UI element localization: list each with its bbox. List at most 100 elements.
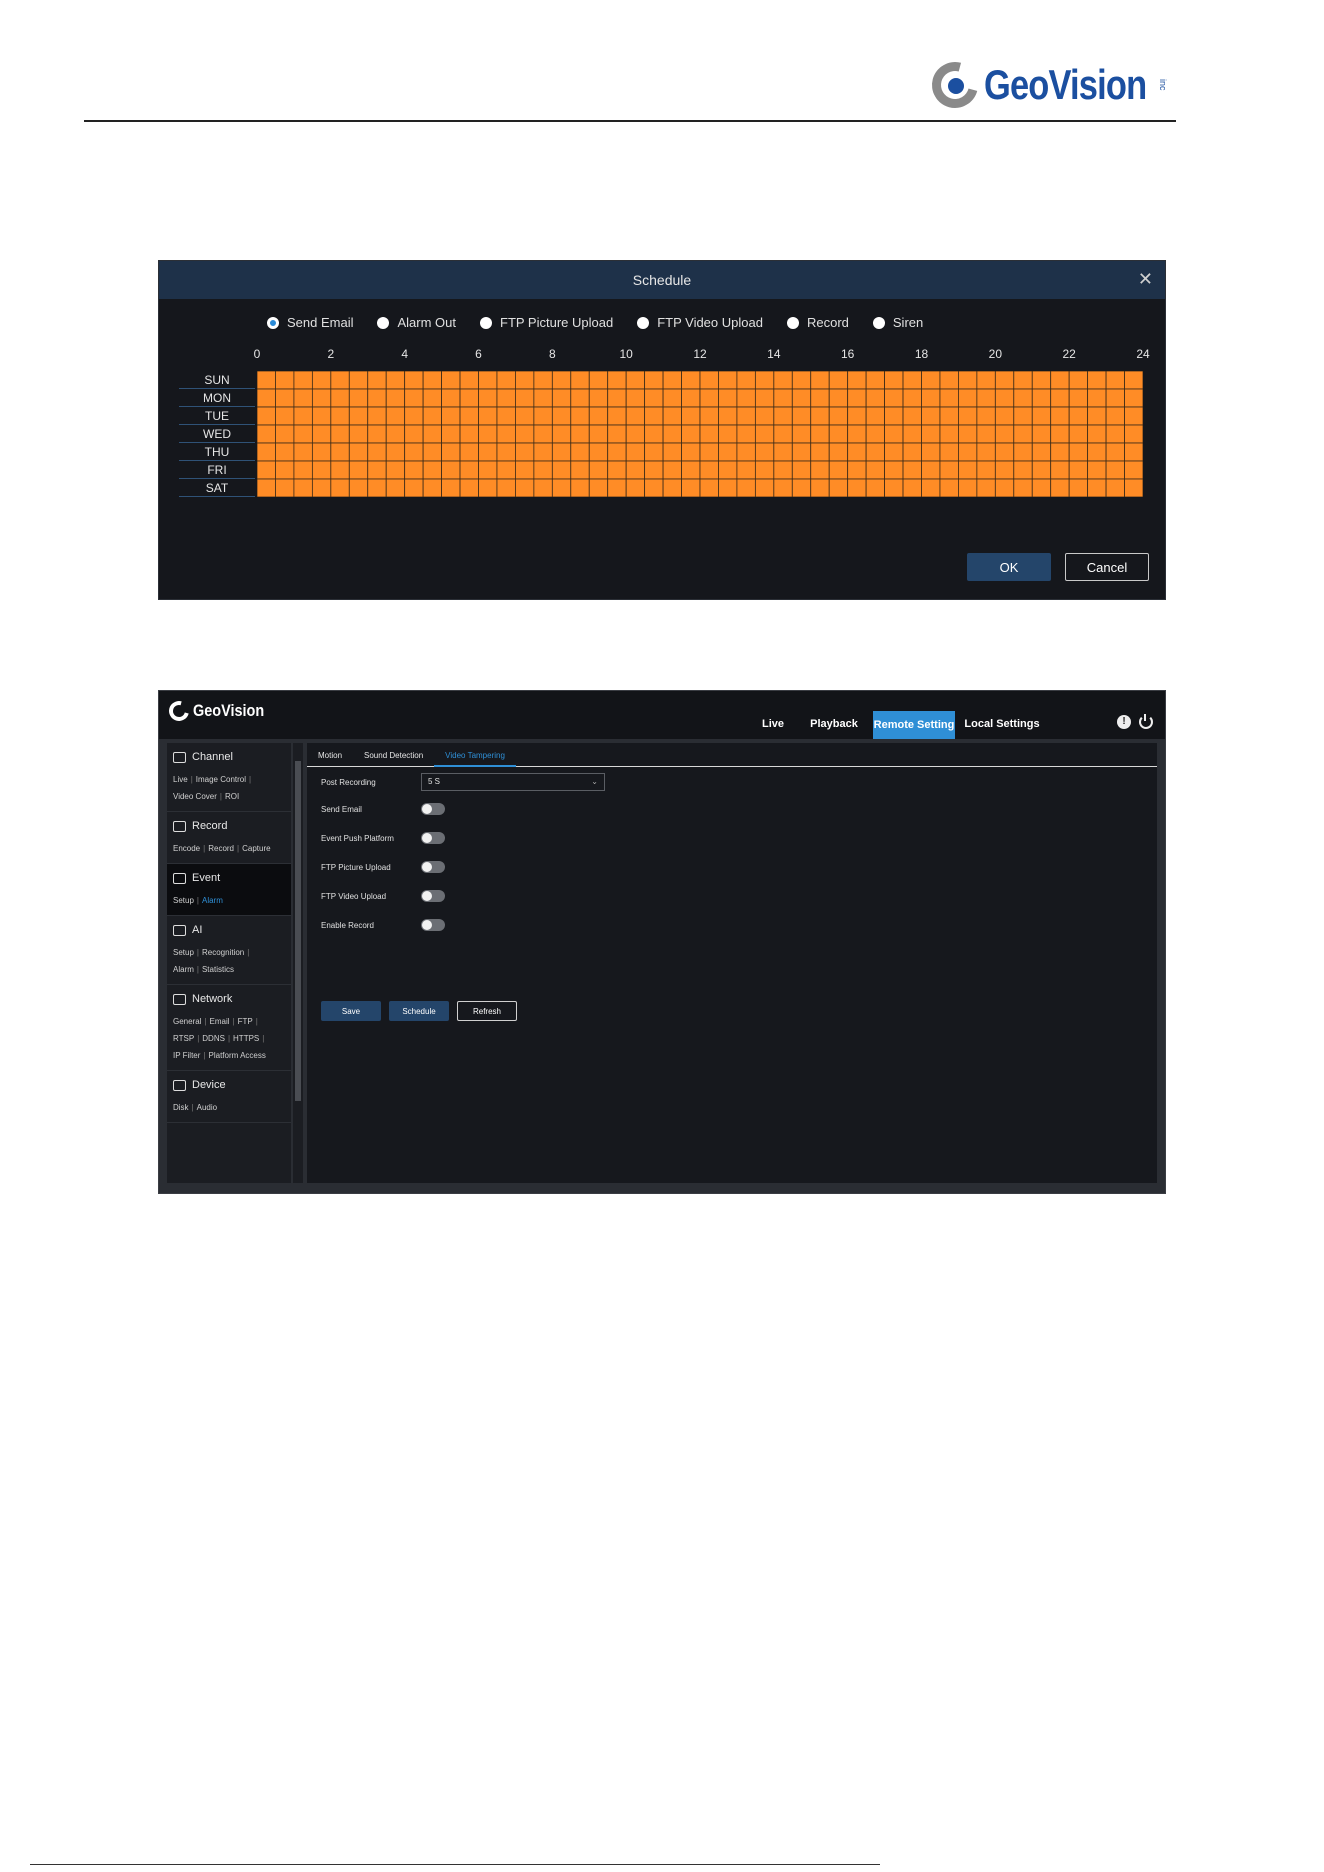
schedule-slot[interactable] xyxy=(311,371,332,390)
schedule-slot[interactable] xyxy=(625,424,646,444)
schedule-slot[interactable] xyxy=(367,371,387,390)
schedule-slot[interactable] xyxy=(754,478,775,497)
schedule-slot[interactable] xyxy=(791,478,812,497)
schedule-slot[interactable] xyxy=(1124,478,1143,497)
schedule-slot[interactable] xyxy=(699,460,719,480)
schedule-slot[interactable] xyxy=(773,424,793,444)
schedule-slot[interactable] xyxy=(1105,406,1125,426)
schedule-slot[interactable] xyxy=(496,371,516,390)
schedule-slot[interactable] xyxy=(681,478,701,497)
schedule-slot[interactable] xyxy=(293,460,313,480)
schedule-slot[interactable] xyxy=(441,442,461,462)
sidebar-link[interactable]: IP Filter xyxy=(173,1051,200,1060)
schedule-slot[interactable] xyxy=(348,442,369,462)
radio-button-icon[interactable] xyxy=(786,316,799,329)
radio-button-icon[interactable] xyxy=(637,316,650,329)
schedule-slot[interactable] xyxy=(533,442,553,462)
schedule-slot[interactable] xyxy=(994,424,1015,444)
schedule-slot[interactable] xyxy=(625,406,646,426)
schedule-slot[interactable] xyxy=(607,442,627,462)
schedule-slot[interactable] xyxy=(293,406,313,426)
schedule-slot[interactable] xyxy=(588,406,609,426)
sidebar-heading[interactable]: Event xyxy=(173,872,285,884)
schedule-slot[interactable] xyxy=(1050,406,1070,426)
schedule-slot[interactable] xyxy=(976,478,996,497)
schedule-slot[interactable] xyxy=(311,424,332,444)
info-icon[interactable]: ! xyxy=(1117,715,1131,729)
schedule-slot[interactable] xyxy=(718,478,738,497)
schedule-slot[interactable] xyxy=(884,371,904,390)
schedule-slot[interactable] xyxy=(902,442,922,462)
schedule-slot[interactable] xyxy=(496,388,516,408)
schedule-slot[interactable] xyxy=(681,442,701,462)
schedule-slot[interactable] xyxy=(939,442,959,462)
schedule-slot[interactable] xyxy=(348,406,369,426)
post-recording-select[interactable]: 5 S ⌄ xyxy=(421,773,605,791)
schedule-slot[interactable] xyxy=(773,371,793,390)
schedule-slot[interactable] xyxy=(939,460,959,480)
schedule-slot[interactable] xyxy=(958,460,978,480)
schedule-slot[interactable] xyxy=(1105,460,1125,480)
schedule-slot[interactable] xyxy=(496,406,516,426)
schedule-slot[interactable] xyxy=(976,406,996,426)
schedule-slot[interactable] xyxy=(847,424,867,444)
schedule-slot[interactable] xyxy=(847,371,867,390)
schedule-slot[interactable] xyxy=(1013,388,1033,408)
cancel-button[interactable]: Cancel xyxy=(1065,553,1149,581)
schedule-slot[interactable] xyxy=(275,424,295,444)
refresh-button[interactable]: Refresh xyxy=(457,1001,517,1021)
schedule-slot[interactable] xyxy=(865,442,885,462)
sidebar-scrollbar[interactable] xyxy=(293,743,303,1183)
power-icon[interactable] xyxy=(1139,714,1153,729)
schedule-slot[interactable] xyxy=(385,424,406,444)
toggle-switch[interactable] xyxy=(421,919,445,931)
schedule-slot[interactable] xyxy=(515,478,535,497)
sidebar-link[interactable]: FTP xyxy=(238,1017,253,1026)
schedule-slot[interactable] xyxy=(293,424,313,444)
schedule-slot[interactable] xyxy=(551,424,572,444)
schedule-slot[interactable] xyxy=(884,478,904,497)
schedule-slot[interactable] xyxy=(367,424,387,444)
schedule-slot[interactable] xyxy=(865,424,885,444)
sidebar-link[interactable]: Live xyxy=(173,775,188,784)
schedule-slot[interactable] xyxy=(865,388,885,408)
schedule-slot[interactable] xyxy=(1105,424,1125,444)
schedule-slot[interactable] xyxy=(1050,371,1070,390)
schedule-slot[interactable] xyxy=(533,478,553,497)
sidebar-heading[interactable]: Channel xyxy=(173,751,285,763)
schedule-slot[interactable] xyxy=(939,388,959,408)
schedule-slot[interactable] xyxy=(459,478,479,497)
radio-option[interactable]: Send Email xyxy=(267,315,353,330)
toggle-switch[interactable] xyxy=(421,832,445,844)
nav-playback[interactable]: Playback xyxy=(799,709,869,739)
schedule-slot[interactable] xyxy=(570,406,590,426)
sidebar-link[interactable]: Alarm xyxy=(202,896,223,905)
schedule-slot[interactable] xyxy=(1031,478,1052,497)
schedule-slot[interactable] xyxy=(921,424,941,444)
schedule-slot[interactable] xyxy=(736,406,756,426)
schedule-slot[interactable] xyxy=(1050,388,1070,408)
schedule-slot[interactable] xyxy=(1050,442,1070,462)
schedule-slot[interactable] xyxy=(441,424,461,444)
schedule-slot[interactable] xyxy=(275,478,295,497)
schedule-slot[interactable] xyxy=(902,478,922,497)
schedule-slot[interactable] xyxy=(515,371,535,390)
schedule-slot[interactable] xyxy=(791,388,812,408)
schedule-slot[interactable] xyxy=(570,388,590,408)
schedule-slot[interactable] xyxy=(994,478,1015,497)
schedule-slot[interactable] xyxy=(404,388,424,408)
schedule-slot[interactable] xyxy=(644,388,664,408)
schedule-slot[interactable] xyxy=(1087,442,1107,462)
schedule-slot[interactable] xyxy=(551,406,572,426)
schedule-slot[interactable] xyxy=(1013,406,1033,426)
schedule-slot[interactable] xyxy=(311,442,332,462)
schedule-slot[interactable] xyxy=(607,424,627,444)
schedule-slot[interactable] xyxy=(293,442,313,462)
schedule-slot[interactable] xyxy=(330,460,350,480)
schedule-slot[interactable] xyxy=(459,442,479,462)
schedule-slot[interactable] xyxy=(588,424,609,444)
schedule-slot[interactable] xyxy=(330,478,350,497)
schedule-slot[interactable] xyxy=(828,478,849,497)
ok-button[interactable]: OK xyxy=(967,553,1051,581)
schedule-slot[interactable] xyxy=(644,442,664,462)
